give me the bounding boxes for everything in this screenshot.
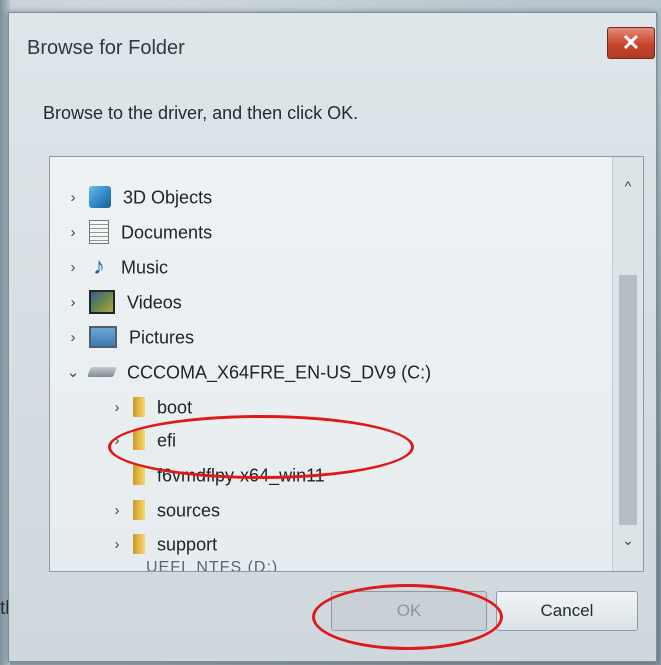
chevron-down-icon[interactable]: ⌄	[62, 356, 84, 390]
folder-icon	[133, 397, 146, 418]
folder-icon	[133, 465, 146, 486]
tree-item-label: support	[157, 534, 218, 555]
scroll-thumb[interactable]	[619, 275, 637, 525]
folder-icon	[133, 500, 146, 521]
cancel-button[interactable]: Cancel	[496, 591, 638, 631]
documents-icon	[89, 220, 110, 245]
annotation-ellipse-ok	[312, 584, 503, 650]
videos-icon	[89, 290, 116, 315]
tree-item-sources[interactable]: › sources	[106, 492, 220, 526]
scroll-down-icon[interactable]: ⌄	[613, 523, 643, 557]
browse-for-folder-dialog: Browse for Folder ✕ Browse to the driver…	[8, 12, 657, 662]
chevron-right-icon[interactable]: ›	[62, 251, 84, 285]
title-bar: Browse for Folder ✕	[9, 13, 656, 77]
tree-item-documents[interactable]: › Documents	[62, 214, 212, 248]
tree-item-drive-c[interactable]: ⌄ CCCOMA_X64FRE_EN-US_DV9 (C:)	[62, 354, 431, 388]
tree-item-label: 3D Objects	[123, 187, 213, 208]
scroll-up-icon[interactable]: ^	[613, 169, 643, 203]
chevron-right-icon[interactable]: ›	[106, 391, 128, 425]
folder-icon	[133, 534, 146, 555]
music-icon: ♪	[93, 253, 106, 281]
tree-item-pictures[interactable]: › Pictures	[62, 319, 194, 353]
tree-item-label: boot	[157, 397, 193, 418]
tree-item-partial[interactable]: UEFI_NTFS (D:)	[146, 559, 278, 571]
dialog-title: Browse for Folder	[27, 37, 185, 59]
tree-item-label: CCCOMA_X64FRE_EN-US_DV9 (C:)	[127, 362, 432, 383]
folder-tree[interactable]: › 3D Objects › Documents › ♪ Music › Vid…	[49, 156, 644, 572]
tree-item-support[interactable]: › support	[106, 526, 217, 560]
chevron-right-icon[interactable]: ›	[62, 181, 84, 215]
tree-item-label: Pictures	[129, 327, 195, 348]
chevron-right-icon[interactable]: ›	[106, 494, 128, 528]
tree-item-label: Videos	[127, 292, 182, 313]
3d-objects-icon	[89, 186, 112, 209]
chevron-right-icon[interactable]: ›	[62, 216, 84, 250]
pictures-icon	[89, 326, 118, 349]
vertical-scrollbar[interactable]: ^ ⌄	[612, 157, 643, 571]
tree-item-music[interactable]: › ♪ Music	[62, 249, 169, 285]
annotation-ellipse-folder	[108, 415, 414, 479]
tree-item-label: Documents	[121, 222, 213, 243]
tree-item-3d-objects[interactable]: › 3D Objects	[62, 179, 212, 213]
chevron-right-icon[interactable]: ›	[62, 321, 84, 355]
tree-item-label: Music	[121, 257, 169, 278]
drive-icon	[87, 367, 117, 378]
tree-item-label: sources	[157, 500, 221, 521]
tree-item-boot[interactable]: › boot	[106, 389, 192, 423]
chevron-right-icon[interactable]: ›	[62, 286, 84, 320]
tree-item-videos[interactable]: › Videos	[62, 284, 182, 318]
close-button[interactable]: ✕	[607, 27, 655, 59]
chevron-right-icon[interactable]: ›	[106, 528, 128, 562]
instruction-text: Browse to the driver, and then click OK.	[43, 103, 359, 123]
